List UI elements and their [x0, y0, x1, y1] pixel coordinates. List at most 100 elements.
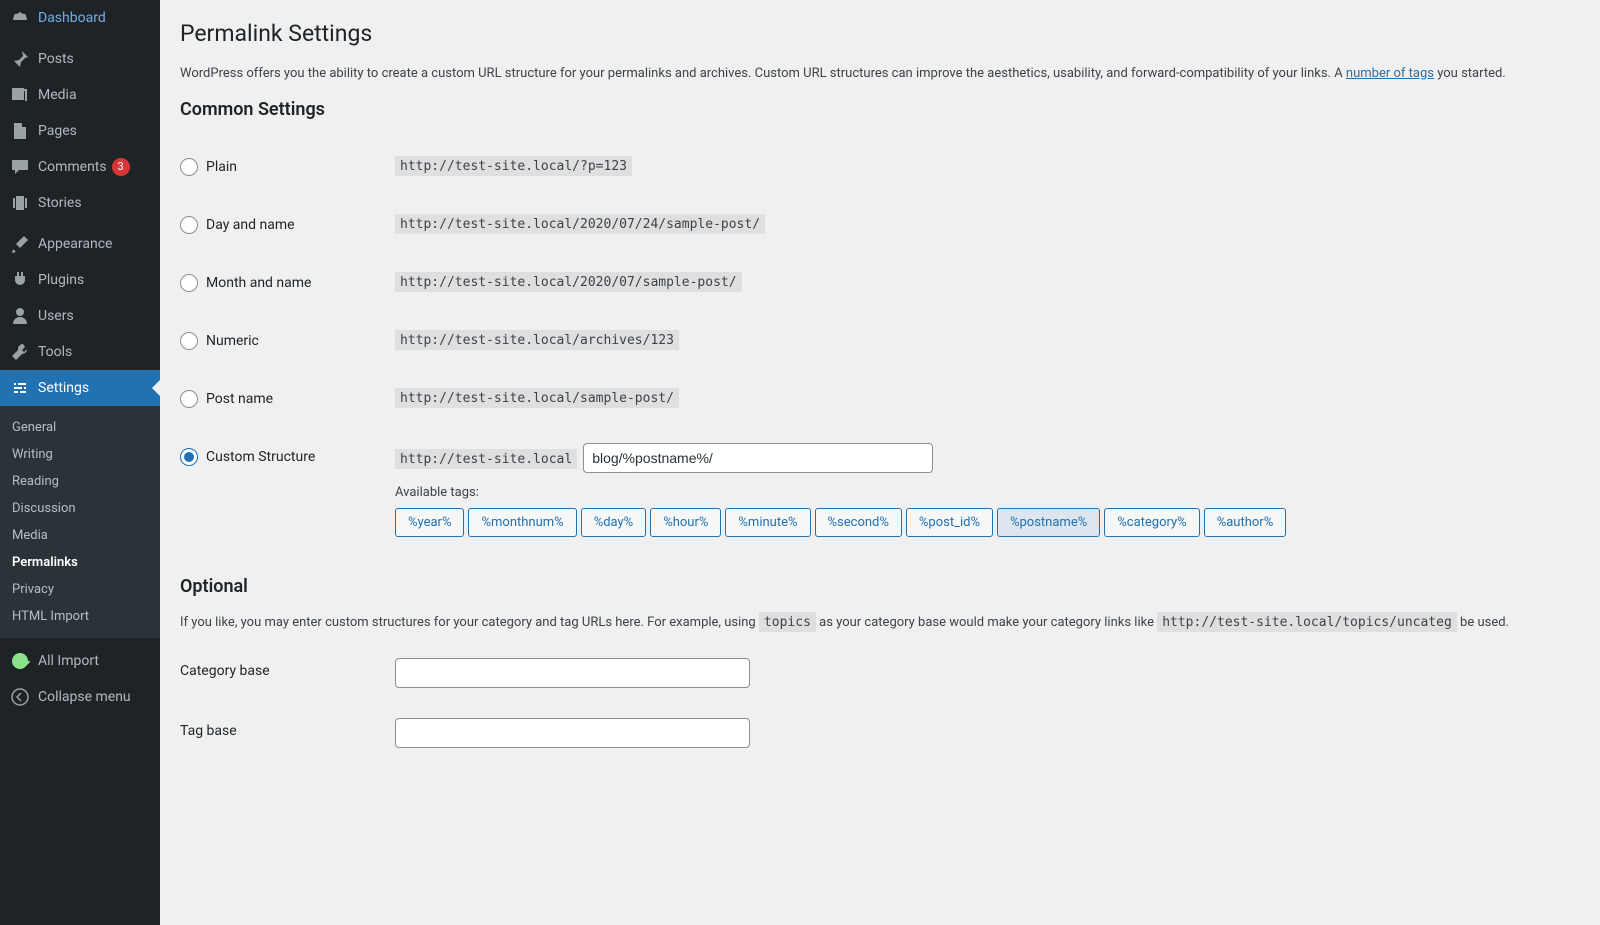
permalink-option-label: Month and name — [206, 275, 311, 291]
tag-button-minute[interactable]: %minute% — [725, 508, 810, 537]
sidebar-item-label: Plugins — [38, 271, 84, 289]
permalink-option-month-and-name[interactable]: Month and name — [180, 274, 375, 292]
permalink-option-label: Numeric — [206, 333, 259, 349]
permalink-example: http://test-site.local/2020/07/24/sample… — [395, 214, 765, 234]
category-base-label: Category base — [180, 643, 385, 703]
permalink-option-custom-structure[interactable]: Custom Structure — [180, 448, 375, 466]
submenu-item-media[interactable]: Media — [0, 522, 160, 549]
plugin-icon — [10, 270, 30, 290]
comments-badge: 3 — [112, 158, 130, 176]
settings-submenu: GeneralWritingReadingDiscussionMediaPerm… — [0, 406, 160, 638]
submenu-item-html-import[interactable]: HTML Import — [0, 603, 160, 630]
page-icon — [10, 121, 30, 141]
sidebar-item-users[interactable]: Users — [0, 298, 160, 334]
sidebar-item-label: Settings — [38, 379, 89, 397]
permalink-radio[interactable] — [180, 332, 198, 350]
sidebar-item-collapse-menu[interactable]: Collapse menu — [0, 679, 160, 715]
tag-button-author[interactable]: %author% — [1204, 508, 1287, 537]
submenu-item-privacy[interactable]: Privacy — [0, 576, 160, 603]
permalink-option-day-and-name[interactable]: Day and name — [180, 216, 375, 234]
tag-button-year[interactable]: %year% — [395, 508, 464, 537]
permalink-example: http://test-site.local/2020/07/sample-po… — [395, 272, 742, 292]
brush-icon — [10, 234, 30, 254]
permalink-radio[interactable] — [180, 448, 198, 466]
sidebar-item-dashboard[interactable]: Dashboard — [0, 0, 160, 36]
sidebar-item-label: Appearance — [38, 235, 112, 253]
dashboard-icon — [10, 8, 30, 28]
sidebar-item-plugins[interactable]: Plugins — [0, 262, 160, 298]
category-base-input[interactable] — [395, 658, 750, 688]
common-settings-heading: Common Settings — [180, 99, 1580, 120]
sidebar-item-settings[interactable]: Settings — [0, 370, 160, 406]
collapse-icon — [10, 687, 30, 707]
sidebar-item-comments[interactable]: Comments 3 — [0, 149, 160, 185]
permalink-radio[interactable] — [180, 216, 198, 234]
submenu-item-writing[interactable]: Writing — [0, 441, 160, 468]
sidebar-item-appearance[interactable]: Appearance — [0, 226, 160, 262]
stories-icon — [10, 193, 30, 213]
submenu-item-discussion[interactable]: Discussion — [0, 495, 160, 522]
available-tags-label: Available tags: — [395, 485, 1570, 500]
sidebar-item-label: Tools — [38, 343, 72, 361]
permalink-option-numeric[interactable]: Numeric — [180, 332, 375, 350]
admin-sidebar: Dashboard Posts Media Pages Comments 3 Stories… — [0, 0, 160, 925]
custom-structure-input[interactable] — [583, 443, 933, 473]
sidebar-item-media[interactable]: Media — [0, 77, 160, 113]
number-of-tags-link[interactable]: number of tags — [1346, 66, 1434, 81]
tag-base-label: Tag base — [180, 703, 385, 763]
sidebar-item-label: Collapse menu — [38, 688, 131, 706]
tag-button-day[interactable]: %day% — [581, 508, 647, 537]
topics-code: topics — [759, 612, 816, 632]
tag-button-hour[interactable]: %hour% — [650, 508, 721, 537]
sidebar-item-label: Pages — [38, 122, 77, 140]
permalink-option-row: Plain http://test-site.local/?p=123 — [180, 138, 1580, 196]
pin-icon — [10, 49, 30, 69]
sidebar-item-label: Comments — [38, 158, 107, 176]
sidebar-item-label: Stories — [38, 194, 82, 212]
settings-icon — [10, 378, 30, 398]
permalink-option-label: Day and name — [206, 217, 295, 233]
custom-base-url: http://test-site.local — [395, 449, 577, 469]
permalink-option-row: Day and name http://test-site.local/2020/… — [180, 196, 1580, 254]
sidebar-item-all-import[interactable]: All Import — [0, 643, 160, 679]
permalink-radio[interactable] — [180, 158, 198, 176]
permalink-option-row: Custom Structure http://test-site.local Av… — [180, 428, 1580, 558]
tag-button-monthnum[interactable]: %monthnum% — [468, 508, 576, 537]
tag-button-postname[interactable]: %postname% — [997, 508, 1100, 537]
sidebar-item-posts[interactable]: Posts — [0, 41, 160, 77]
page-title: Permalink Settings — [180, 10, 1580, 53]
permalink-option-row: Numeric http://test-site.local/archives/1… — [180, 312, 1580, 370]
sidebar-item-label: Dashboard — [38, 9, 106, 27]
permalink-example: http://test-site.local/?p=123 — [395, 156, 632, 176]
permalink-option-label: Custom Structure — [206, 449, 315, 465]
media-icon — [10, 85, 30, 105]
tag-button-category[interactable]: %category% — [1104, 508, 1199, 537]
permalink-radio[interactable] — [180, 390, 198, 408]
permalink-radio[interactable] — [180, 274, 198, 292]
sidebar-item-pages[interactable]: Pages — [0, 113, 160, 149]
optional-heading: Optional — [180, 576, 1580, 597]
allimport-icon — [10, 651, 30, 671]
tag-button-post_id[interactable]: %post_id% — [906, 508, 993, 537]
permalink-option-label: Post name — [206, 391, 273, 407]
permalink-example: http://test-site.local/archives/123 — [395, 330, 679, 350]
tag-button-second[interactable]: %second% — [815, 508, 902, 537]
submenu-item-permalinks[interactable]: Permalinks — [0, 549, 160, 576]
permalink-option-plain[interactable]: Plain — [180, 158, 375, 176]
permalink-option-post-name[interactable]: Post name — [180, 390, 375, 408]
permalink-option-row: Post name http://test-site.local/sample-p… — [180, 370, 1580, 428]
optional-text: If you like, you may enter custom struct… — [180, 615, 1580, 630]
permalink-options-table: Plain http://test-site.local/?p=123 Day an… — [180, 138, 1580, 558]
tag-base-input[interactable] — [395, 718, 750, 748]
permalink-option-row: Month and name http://test-site.local/202… — [180, 254, 1580, 312]
sidebar-item-label: Users — [38, 307, 74, 325]
sidebar-item-label: Posts — [38, 50, 74, 68]
submenu-item-reading[interactable]: Reading — [0, 468, 160, 495]
wrench-icon — [10, 342, 30, 362]
sidebar-item-stories[interactable]: Stories — [0, 185, 160, 221]
content-area: Permalink Settings WordPress offers you … — [160, 0, 1600, 925]
submenu-item-general[interactable]: General — [0, 414, 160, 441]
sidebar-item-label: Media — [38, 86, 77, 104]
sidebar-item-tools[interactable]: Tools — [0, 334, 160, 370]
permalink-example: http://test-site.local/sample-post/ — [395, 388, 679, 408]
